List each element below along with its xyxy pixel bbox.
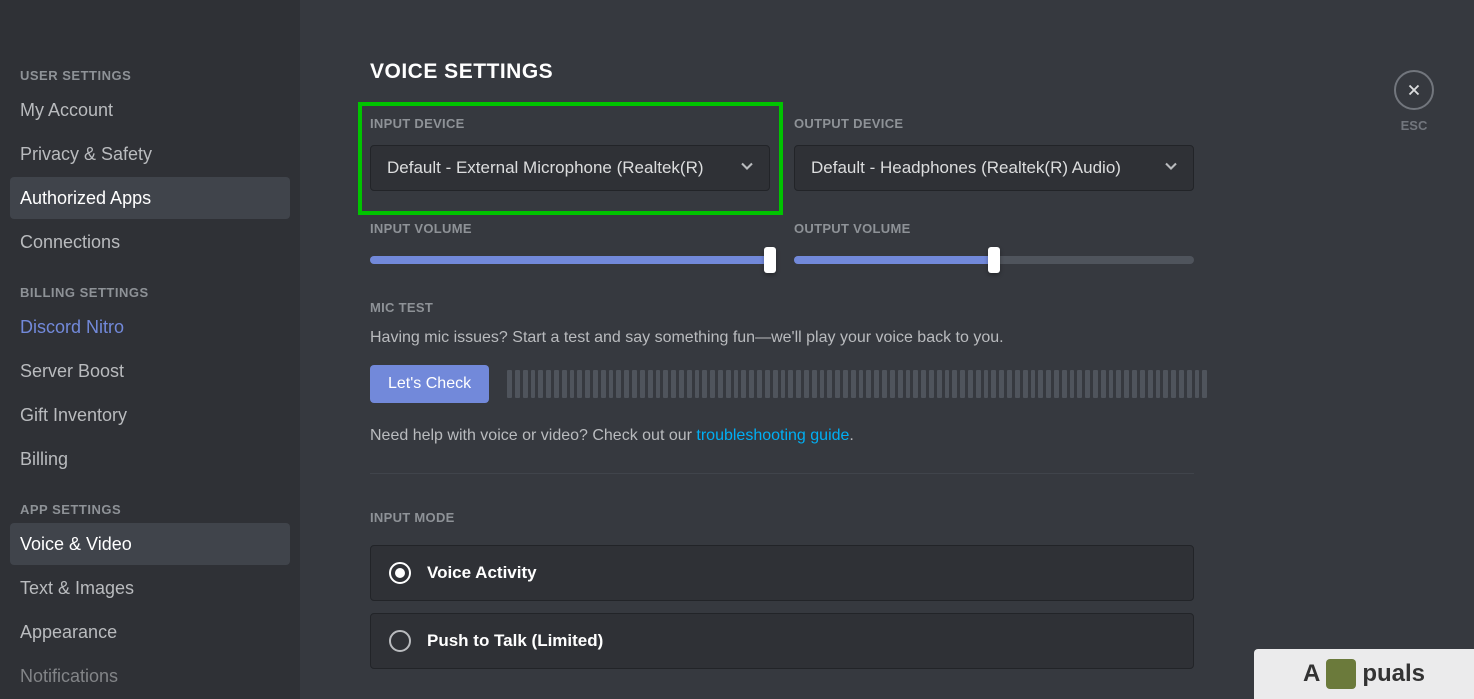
chevron-down-icon [1161, 156, 1181, 181]
voice-activity-label: Voice Activity [427, 563, 537, 583]
close-button[interactable] [1394, 70, 1434, 110]
sidebar-item-appearance[interactable]: Appearance [10, 611, 290, 653]
chevron-down-icon [737, 156, 757, 181]
sidebar-item-connections[interactable]: Connections [10, 221, 290, 263]
input-device-dropdown[interactable]: Default - External Microphone (Realtek(R… [370, 145, 770, 191]
watermark-icon [1326, 659, 1356, 689]
mic-level-meter [507, 370, 1207, 398]
input-mode-label: INPUT MODE [370, 510, 1434, 525]
page-title: VOICE SETTINGS [370, 60, 1434, 84]
output-device-label: OUTPUT DEVICE [794, 116, 1194, 131]
sidebar-item-discord-nitro[interactable]: Discord Nitro [10, 306, 290, 348]
sidebar-item-gift-inventory[interactable]: Gift Inventory [10, 394, 290, 436]
radio-unselected-icon [389, 630, 411, 652]
input-device-value: Default - External Microphone (Realtek(R… [387, 158, 704, 178]
input-mode-voice-activity[interactable]: Voice Activity [370, 545, 1194, 601]
output-volume-slider[interactable] [794, 256, 1194, 264]
radio-selected-icon [389, 562, 411, 584]
esc-label: ESC [1394, 118, 1434, 133]
help-text: Need help with voice or video? Check out… [370, 427, 1434, 445]
settings-sidebar: USER SETTINGS My Account Privacy & Safet… [0, 0, 300, 699]
sidebar-item-privacy-safety[interactable]: Privacy & Safety [10, 133, 290, 175]
sidebar-item-authorized-apps[interactable]: Authorized Apps [10, 177, 290, 219]
lets-check-button[interactable]: Let's Check [370, 365, 489, 403]
output-device-value: Default - Headphones (Realtek(R) Audio) [811, 158, 1121, 178]
section-divider [370, 473, 1194, 474]
watermark: Apuals [1254, 649, 1474, 699]
sidebar-item-notifications[interactable]: Notifications [10, 655, 290, 697]
main-content: VOICE SETTINGS INPUT DEVICE Default - Ex… [300, 0, 1474, 699]
mic-test-label: MIC TEST [370, 300, 1434, 315]
input-device-label: INPUT DEVICE [370, 116, 770, 131]
mic-test-description: Having mic issues? Start a test and say … [370, 329, 1434, 347]
troubleshooting-link[interactable]: troubleshooting guide [696, 427, 849, 444]
output-device-dropdown[interactable]: Default - Headphones (Realtek(R) Audio) [794, 145, 1194, 191]
sidebar-item-server-boost[interactable]: Server Boost [10, 350, 290, 392]
input-mode-push-to-talk[interactable]: Push to Talk (Limited) [370, 613, 1194, 669]
input-volume-slider[interactable] [370, 256, 770, 264]
user-settings-header: USER SETTINGS [10, 60, 290, 89]
output-volume-label: OUTPUT VOLUME [794, 221, 1194, 236]
push-to-talk-label: Push to Talk (Limited) [427, 631, 603, 651]
sidebar-item-billing[interactable]: Billing [10, 438, 290, 480]
sidebar-item-voice-video[interactable]: Voice & Video [10, 523, 290, 565]
sidebar-item-text-images[interactable]: Text & Images [10, 567, 290, 609]
app-settings-header: APP SETTINGS [10, 494, 290, 523]
billing-settings-header: BILLING SETTINGS [10, 277, 290, 306]
input-volume-label: INPUT VOLUME [370, 221, 770, 236]
close-icon [1405, 81, 1423, 99]
sidebar-item-my-account[interactable]: My Account [10, 89, 290, 131]
